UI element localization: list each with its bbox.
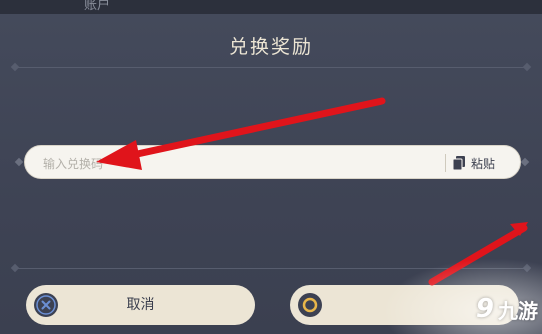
watermark: 9 九游 [382, 258, 542, 334]
red-arrow-main [96, 97, 386, 170]
watermark-text: 九游 [498, 299, 538, 323]
watermark-logo: 9 [475, 294, 494, 324]
